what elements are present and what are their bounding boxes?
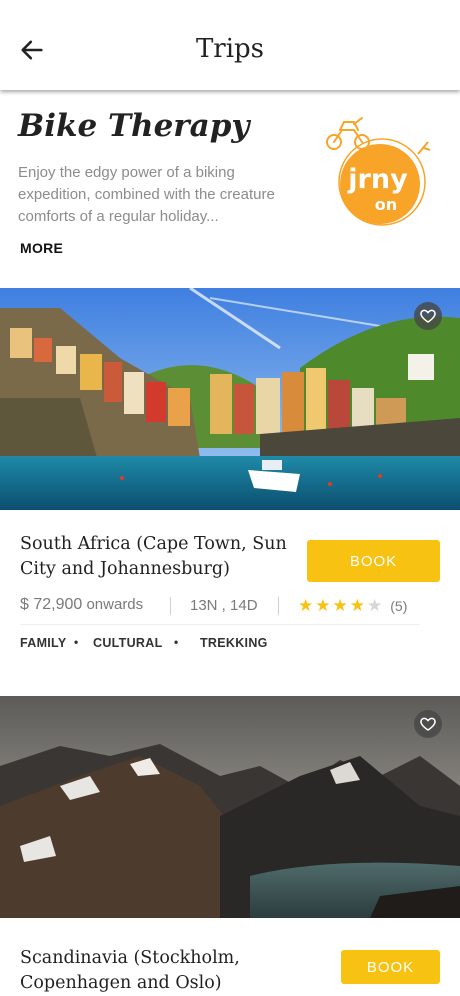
more-link[interactable]: MORE (20, 240, 63, 256)
svg-text:on: on (375, 195, 397, 214)
star-icon: ★ (332, 596, 348, 615)
star-icon: ★ (349, 596, 365, 615)
trip-duration: 13N , 14D (190, 597, 258, 614)
trip-image[interactable] (0, 288, 460, 510)
trip-name[interactable]: South Africa (Cape Town, Sun City and Jo… (20, 532, 300, 582)
trip-price: $ 72,900 onwards (20, 596, 143, 614)
star-icon: ★ (315, 596, 331, 615)
book-button[interactable]: BOOK (307, 540, 440, 582)
tag: CULTURAL (93, 636, 163, 650)
star-icon: ★ (298, 596, 314, 615)
hero-section: Bike Therapy Enjoy the edgy power of a b… (0, 92, 460, 288)
heart-icon (420, 309, 436, 323)
hero-description: Enjoy the edgy power of a biking expedit… (18, 164, 275, 225)
svg-text:jrny: jrny (347, 164, 408, 195)
divider (170, 597, 171, 615)
divider (278, 597, 279, 615)
trip-meta: $ 72,900 onwards 13N , 14D ★ ★ ★ ★ ★ (5) (20, 596, 420, 625)
coastal-village-photo (0, 288, 460, 510)
favorite-button[interactable] (414, 302, 442, 330)
price-amount: $ 72,900 (20, 596, 83, 613)
favorite-button[interactable] (414, 710, 442, 738)
hero-title: Bike Therapy (18, 108, 250, 144)
star-rating: ★ ★ ★ ★ ★ (5) (298, 596, 407, 616)
tag: TREKKING (200, 636, 268, 650)
trip-card: South Africa (Cape Town, Sun City and Jo… (0, 510, 460, 696)
review-count: (5) (390, 598, 408, 614)
book-button[interactable]: BOOK (341, 950, 440, 984)
page-title: Trips (195, 34, 265, 64)
star-empty-icon: ★ (367, 596, 383, 615)
trip-name[interactable]: Scandinavia (Stockholm, Copenhagen and O… (20, 946, 300, 996)
price-suffix: onwards (86, 596, 144, 613)
trip-card: Scandinavia (Stockholm, Copenhagen and O… (0, 918, 460, 996)
app-header: Trips (0, 0, 460, 90)
heart-icon (420, 717, 436, 731)
trip-image[interactable] (0, 696, 460, 918)
brand-logo: jrny on (326, 117, 431, 226)
tag-separator: • (74, 635, 79, 649)
tag: FAMILY (20, 636, 67, 650)
tag-separator: • (174, 635, 179, 649)
mountain-photo (0, 696, 460, 918)
